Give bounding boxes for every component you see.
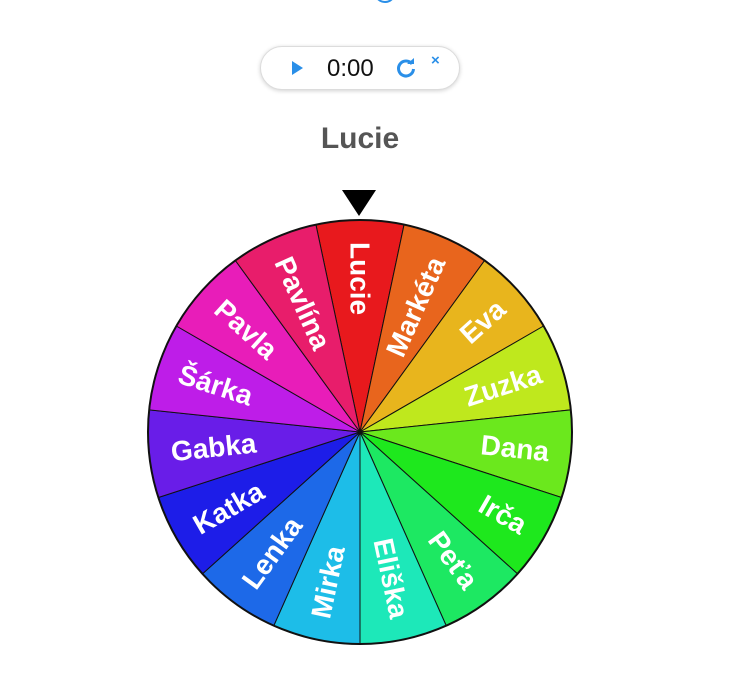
play-icon[interactable] [292, 61, 303, 75]
timer-widget: 0:00 × [260, 46, 460, 90]
top-icons [318, 0, 408, 10]
reset-icon[interactable] [395, 57, 417, 79]
spin-wheel[interactable]: Lucie Markéta EvaZuzkaDanaIrčaPeťaEliškaMi… [140, 212, 580, 652]
settings-icon [377, 0, 393, 3]
close-icon[interactable]: × [431, 53, 440, 69]
timer-display: 0:00 [327, 55, 374, 82]
winner-label: Lucie [320, 122, 400, 155]
wheel-segment-label: Lucie [345, 242, 376, 315]
fullscreen-icon[interactable] [318, 0, 408, 10]
